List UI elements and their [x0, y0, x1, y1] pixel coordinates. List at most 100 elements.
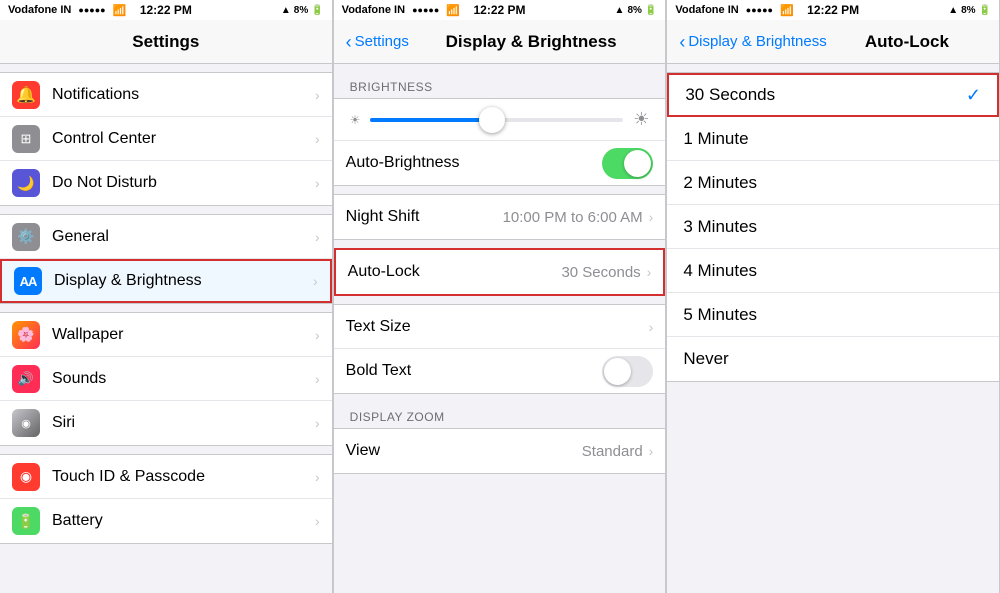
auto-brightness-toggle[interactable] [602, 148, 653, 179]
option-4m-label: 4 Minutes [683, 261, 757, 281]
chevron-siri: › [315, 415, 320, 431]
chevron-wallpaper: › [315, 327, 320, 343]
chevron-battery: › [315, 513, 320, 529]
bold-text-item[interactable]: Bold Text [334, 349, 666, 393]
chevron-sounds: › [315, 371, 320, 387]
auto-lock-options-group: 30 Seconds ✓ 1 Minute 2 Minutes 3 Minute… [667, 72, 999, 382]
brightness-section: BRIGHTNESS ☀ ☀ Auto-Brightness [334, 64, 666, 186]
night-shift-label: Night Shift [346, 208, 503, 226]
time-2: 12:22 PM [473, 3, 525, 17]
view-value: Standard [582, 443, 643, 460]
sounds-icon: 🔊 [12, 365, 40, 393]
auto-lock-group: Auto-Lock 30 Seconds › [334, 248, 666, 296]
text-size-item[interactable]: Text Size › [334, 305, 666, 349]
auto-brightness-item[interactable]: Auto-Brightness [334, 141, 666, 185]
sidebar-item-siri[interactable]: ◉ Siri › [0, 401, 332, 445]
sidebar-item-do-not-disturb[interactable]: 🌙 Do Not Disturb › [0, 161, 332, 205]
nav-bar-3: ‹ Display & Brightness Auto-Lock [667, 20, 999, 64]
back-button-2[interactable]: ‹ Settings [346, 33, 409, 51]
option-30-seconds[interactable]: 30 Seconds ✓ [667, 73, 999, 117]
battery-1: 8% [294, 5, 308, 16]
panel-display-brightness: Vodafone IN ●●●●● 📶 12:22 PM ▲ 8% 🔋 ‹ Se… [334, 0, 667, 593]
chevron-general: › [315, 229, 320, 245]
panel-auto-lock: Vodafone IN ●●●●● 📶 12:22 PM ▲ 8% 🔋 ‹ Di… [667, 0, 1000, 593]
signal-1: ●●●●● [78, 5, 105, 15]
do-not-disturb-label: Do Not Disturb [52, 174, 315, 192]
general-label: General [52, 228, 315, 246]
group-3: 🌸 Wallpaper › 🔊 Sounds › ◉ Siri › [0, 312, 332, 446]
option-1-minute[interactable]: 1 Minute [667, 117, 999, 161]
group-2: ⚙️ General › AA Display & Brightness › [0, 214, 332, 304]
control-center-icon: ⊞ [12, 125, 40, 153]
wifi-icon-2: 📶 [446, 4, 460, 17]
nav-bar-2: ‹ Settings Display & Brightness [334, 20, 666, 64]
slider-thumb[interactable] [479, 107, 505, 133]
chevron-display: › [313, 273, 318, 289]
option-3-minutes[interactable]: 3 Minutes [667, 205, 999, 249]
chevron-night-shift: › [649, 209, 654, 225]
option-2-minutes[interactable]: 2 Minutes [667, 161, 999, 205]
location-icon-1: ▲ [281, 5, 291, 16]
night-shift-value: 10:00 PM to 6:00 AM [503, 209, 643, 226]
bold-text-toggle[interactable] [602, 356, 653, 387]
location-icon-3: ▲ [948, 5, 958, 16]
back-chevron-3: ‹ [679, 33, 685, 51]
sidebar-item-general[interactable]: ⚙️ General › [0, 215, 332, 259]
display-brightness-label: Display & Brightness [54, 272, 313, 290]
status-right-3: ▲ 8% 🔋 [948, 5, 991, 16]
chevron-dnd: › [315, 175, 320, 191]
panel-settings: Vodafone IN ●●●●● 📶 12:22 PM ▲ 8% 🔋 Sett… [0, 0, 333, 593]
option-30s-label: 30 Seconds [685, 85, 775, 105]
siri-icon: ◉ [12, 409, 40, 437]
back-label-3: Display & Brightness [688, 33, 826, 50]
checkmark-30s: ✓ [966, 85, 981, 106]
sidebar-item-touch-id[interactable]: ◉ Touch ID & Passcode › [0, 455, 332, 499]
option-3m-label: 3 Minutes [683, 217, 757, 237]
sidebar-item-display-brightness[interactable]: AA Display & Brightness › [0, 259, 332, 303]
sidebar-item-sounds[interactable]: 🔊 Sounds › [0, 357, 332, 401]
option-4-minutes[interactable]: 4 Minutes [667, 249, 999, 293]
touch-id-label: Touch ID & Passcode [52, 468, 315, 486]
battery-3: 8% [961, 5, 975, 16]
chevron-view: › [649, 443, 654, 459]
brightness-slider-row: ☀ ☀ [334, 99, 666, 141]
battery-2: 8% [627, 5, 641, 16]
option-5-minutes[interactable]: 5 Minutes [667, 293, 999, 337]
sidebar-item-wallpaper[interactable]: 🌸 Wallpaper › [0, 313, 332, 357]
do-not-disturb-icon: 🌙 [12, 169, 40, 197]
time-1: 12:22 PM [140, 3, 192, 17]
text-size-label: Text Size [346, 318, 649, 336]
sidebar-item-notifications[interactable]: 🔔 Notifications › [0, 73, 332, 117]
night-shift-item[interactable]: Night Shift 10:00 PM to 6:00 AM › [334, 195, 666, 239]
time-3: 12:22 PM [807, 3, 859, 17]
status-right-1: ▲ 8% 🔋 [281, 5, 324, 16]
option-never[interactable]: Never [667, 337, 999, 381]
brightness-header: BRIGHTNESS [334, 64, 666, 98]
back-label-2: Settings [355, 33, 409, 50]
status-bar-1: Vodafone IN ●●●●● 📶 12:22 PM ▲ 8% 🔋 [0, 0, 332, 20]
general-icon: ⚙️ [12, 223, 40, 251]
status-bar-2: Vodafone IN ●●●●● 📶 12:22 PM ▲ 8% 🔋 [334, 0, 666, 20]
back-button-3[interactable]: ‹ Display & Brightness [679, 33, 826, 51]
battery-icon-2: 🔋 [645, 5, 657, 16]
night-shift-group: Night Shift 10:00 PM to 6:00 AM › [334, 194, 666, 240]
battery-label: Battery [52, 512, 315, 530]
control-center-label: Control Center [52, 130, 315, 148]
sidebar-item-control-center[interactable]: ⊞ Control Center › [0, 117, 332, 161]
brightness-slider[interactable] [370, 118, 623, 122]
auto-lock-label: Auto-Lock [348, 263, 562, 281]
page-title-2: Display & Brightness [409, 32, 653, 52]
chevron-auto-lock: › [647, 264, 652, 280]
view-item[interactable]: View Standard › [334, 429, 666, 473]
auto-lock-value: 30 Seconds [561, 264, 640, 281]
status-left-3: Vodafone IN ●●●●● 📶 [675, 4, 793, 17]
chevron-touch-id: › [315, 469, 320, 485]
auto-lock-item[interactable]: Auto-Lock 30 Seconds › [336, 250, 664, 294]
wallpaper-icon: 🌸 [12, 321, 40, 349]
sidebar-item-battery[interactable]: 🔋 Battery › [0, 499, 332, 543]
siri-label: Siri [52, 414, 315, 432]
status-bar-3: Vodafone IN ●●●●● 📶 12:22 PM ▲ 8% 🔋 [667, 0, 999, 20]
chevron-notifications: › [315, 87, 320, 103]
chevron-control-center: › [315, 131, 320, 147]
group-1: 🔔 Notifications › ⊞ Control Center › 🌙 D… [0, 72, 332, 206]
